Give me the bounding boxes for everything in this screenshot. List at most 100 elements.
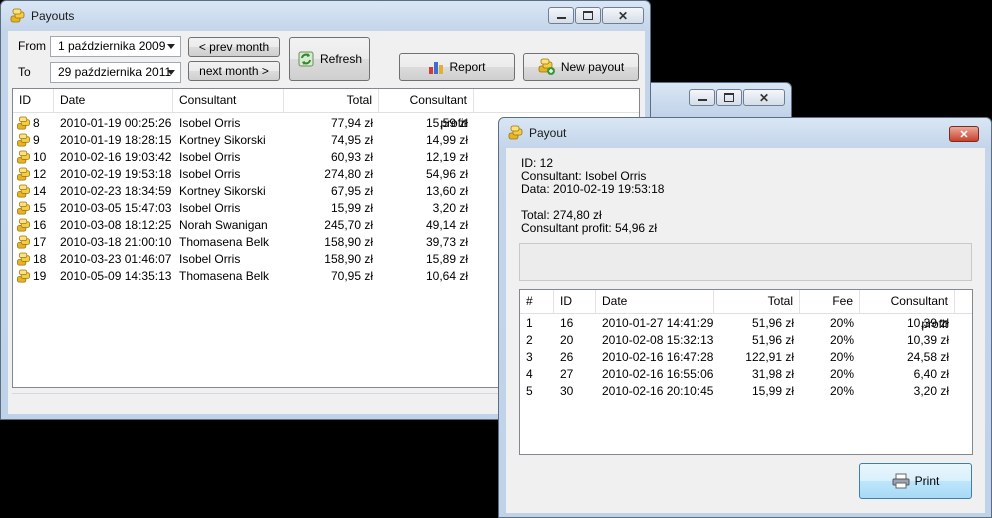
cell-date: 2010-03-18 21:00:10 <box>60 235 172 249</box>
payouts-list-header: ID Date Consultant Total Consultant prof… <box>13 89 639 130</box>
column-header-fee[interactable]: Fee <box>800 290 860 313</box>
cell-profit: 15,89 zł <box>425 252 468 266</box>
column-header-consultant-profit[interactable]: Consultant profit <box>860 290 955 331</box>
payout-items-header: # ID Date Total Fee Consultant profit <box>520 290 972 331</box>
coins-add-icon <box>538 58 555 75</box>
column-header-id[interactable]: ID <box>554 290 596 313</box>
column-header-consultant[interactable]: Consultant <box>173 89 284 112</box>
refresh-icon <box>298 51 314 67</box>
payouts-titlebar[interactable]: Payouts ✕ <box>1 1 650 31</box>
table-row[interactable]: 2 20 2010-02-08 15:32:13 51,96 zł 20% 10,39 z… <box>520 332 972 349</box>
cell-total: 67,95 zł <box>330 184 373 198</box>
close-icon: ✕ <box>617 8 629 23</box>
cell-total: 274,80 zł <box>324 167 373 181</box>
next-month-button[interactable]: next month > <box>188 61 280 81</box>
new-payout-button[interactable]: New payout <box>523 53 639 81</box>
cell-date: 2010-01-19 00:25:26 <box>60 116 172 130</box>
cell-id: 10 <box>33 150 47 164</box>
cell-id: 19 <box>33 269 47 283</box>
cell-id: 16 <box>33 218 47 232</box>
minimize-icon <box>697 99 707 101</box>
cell-date: 2010-03-05 15:47:03 <box>60 201 172 215</box>
cell-profit: 15,59 zł <box>425 116 468 130</box>
cell-consultant: Thomasena Belk <box>179 235 270 249</box>
cell-profit: 39,73 zł <box>425 235 468 249</box>
cell-date: 2010-03-23 01:46:07 <box>60 252 172 266</box>
table-row[interactable]: 5 30 2010-02-16 20:10:45 15,99 zł 20% 3,20 zł <box>520 383 972 400</box>
cell-consultant: Isobel Orris <box>179 201 241 215</box>
cell-n: 3 <box>526 350 533 364</box>
payout-items-list[interactable]: # ID Date Total Fee Consultant profit 1 1… <box>519 289 973 455</box>
notes-box[interactable] <box>519 243 972 281</box>
table-row[interactable]: 3 26 2010-02-16 16:47:28 122,91 zł 20% 24,58 … <box>520 349 972 366</box>
coins-icon <box>17 150 30 164</box>
cell-total: 51,96 zł <box>751 316 794 330</box>
column-header-date[interactable]: Date <box>54 89 173 112</box>
close-button[interactable]: ✕ <box>949 126 979 142</box>
table-row[interactable]: 4 27 2010-02-16 16:55:06 31,98 zł 20% 6,40 zł <box>520 366 972 383</box>
column-header-total[interactable]: Total <box>714 290 800 313</box>
refresh-label: Refresh <box>319 52 363 66</box>
cell-date: 2010-01-27 14:41:29 <box>602 316 714 330</box>
cell-consultant: Thomasena Belk <box>179 269 270 283</box>
close-button[interactable]: ✕ <box>602 7 644 24</box>
cell-id: 14 <box>33 184 47 198</box>
cell-total: 77,94 zł <box>330 116 373 130</box>
refresh-button[interactable]: Refresh <box>289 37 370 81</box>
cell-id: 27 <box>560 367 574 381</box>
window-title: Payouts <box>31 9 75 23</box>
cell-fee: 20% <box>829 367 854 381</box>
coins-icon <box>17 252 30 266</box>
column-header-total[interactable]: Total <box>284 89 379 112</box>
chevron-down-icon <box>167 70 175 75</box>
payout-titlebar[interactable]: Payout ✕ <box>499 118 991 148</box>
cell-id: 20 <box>560 333 574 347</box>
cell-total: 70,95 zł <box>330 269 373 283</box>
column-header-id[interactable]: ID <box>13 89 54 112</box>
cell-total: 31,98 zł <box>751 367 794 381</box>
cell-id: 15 <box>33 201 47 215</box>
payout-window: Payout ✕ ID: 12 Consultant: Isobel Orris… <box>498 117 992 518</box>
to-date-value: 29 października 2011 <box>58 65 172 79</box>
cell-n: 4 <box>526 367 533 381</box>
print-button[interactable]: Print <box>859 463 972 499</box>
table-row[interactable]: 1 16 2010-01-27 14:41:29 51,96 zł 20% 10,39 z… <box>520 315 972 332</box>
column-header-date[interactable]: Date <box>596 290 714 313</box>
maximize-icon <box>724 93 734 102</box>
payout-date: Data: 2010-02-19 19:53:18 <box>521 182 665 196</box>
maximize-button[interactable] <box>575 7 601 24</box>
cell-profit: 54,96 zł <box>425 167 468 181</box>
prev-month-button[interactable]: < prev month <box>188 37 280 57</box>
from-date-picker[interactable]: 1 października 2009 <box>50 36 181 57</box>
cell-total: 51,96 zł <box>751 333 794 347</box>
maximize-button[interactable] <box>716 89 742 106</box>
to-date-picker[interactable]: 29 października 2011 <box>50 62 181 83</box>
cell-consultant: Isobel Orris <box>179 150 241 164</box>
report-label: Report <box>449 60 486 74</box>
cell-profit: 10,64 zł <box>425 269 468 283</box>
cell-profit: 10,39 zł <box>906 333 949 347</box>
cell-id: 16 <box>560 316 574 330</box>
cell-n: 1 <box>526 316 533 330</box>
cell-profit: 3,20 zł <box>432 201 468 215</box>
coins-icon <box>17 116 30 130</box>
minimize-button[interactable] <box>548 7 574 24</box>
cell-date: 2010-02-16 19:03:42 <box>60 150 172 164</box>
report-button[interactable]: Report <box>399 53 515 81</box>
cell-consultant: Norah Swanigan <box>179 218 268 232</box>
minimize-button[interactable] <box>689 89 715 106</box>
cell-profit: 10,39 zł <box>906 316 949 330</box>
close-button[interactable]: ✕ <box>743 89 785 106</box>
to-label: To <box>18 65 31 79</box>
cell-date: 2010-03-08 18:12:25 <box>60 218 172 232</box>
column-header-number[interactable]: # <box>520 290 554 313</box>
cell-profit: 24,58 zł <box>906 350 949 364</box>
cell-n: 5 <box>526 384 533 398</box>
cell-profit: 14,99 zł <box>425 133 468 147</box>
cell-date: 2010-02-23 18:34:59 <box>60 184 172 198</box>
column-header-consultant-profit[interactable]: Consultant profit <box>379 89 474 130</box>
cell-consultant: Kortney Sikorski <box>179 184 266 198</box>
coins-icon <box>17 235 30 249</box>
cell-total: 158,90 zł <box>324 252 373 266</box>
coins-icon <box>17 269 30 283</box>
